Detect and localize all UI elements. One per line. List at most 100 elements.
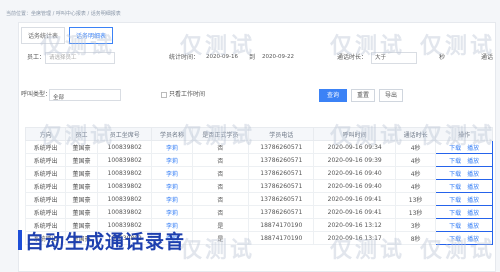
cell-student-name[interactable]: 李莉: [151, 192, 193, 206]
table-header-row: 方向 员工 员工坐席号 学员名称 是否正式学员 学员电话 呼叫时间 通话时长 操…: [24, 127, 493, 141]
filter-row-1: 员工： 请选择员工 统计时间： 2020-09-16 到 2020-09-22 …: [19, 51, 495, 65]
table-row: 系统呼出 董国豪 100839802 李莉否 13786260571 2020-09-16…: [24, 166, 493, 180]
play-link[interactable]: 播放: [467, 158, 479, 165]
group-select[interactable]: 全部: [49, 89, 121, 101]
cell-student-name[interactable]: 李莉: [151, 153, 193, 167]
cell-direction: 系统呼出: [24, 179, 67, 193]
download-link[interactable]: 下载: [449, 236, 461, 243]
cell-is-official: 是: [191, 218, 250, 232]
date-to-label: 到: [249, 54, 256, 61]
download-link[interactable]: 下载: [449, 158, 461, 165]
cell-call-time: 2020-09-16 09:34: [313, 140, 397, 154]
cell-student-name[interactable]: 李莉: [151, 166, 193, 180]
cell-seat-number: 100839802: [96, 205, 153, 219]
cell-is-official: 否: [191, 205, 250, 219]
cell-student-name[interactable]: 李莉: [151, 179, 193, 193]
col-agent: 员工: [65, 127, 98, 141]
cell-duration: 13秒: [395, 205, 437, 219]
download-link[interactable]: 下载: [449, 197, 461, 204]
col-direction: 方向: [24, 127, 67, 141]
cell-agent: 董国豪: [65, 179, 98, 193]
play-link[interactable]: 播放: [467, 210, 479, 217]
cell-phone: 13786260571: [248, 140, 315, 154]
download-link[interactable]: 下载: [449, 223, 461, 230]
cell-agent: 董国豪: [65, 166, 98, 180]
cell-phone: 18874170190: [248, 218, 315, 232]
breadcrumb: 当前位置：坐席管理 / 呼叫中心报表 / 话务明细报表: [6, 11, 121, 17]
cell-agent: 董国豪: [65, 205, 98, 219]
cell-direction: 系统呼出: [24, 205, 67, 219]
col-is-official: 是否正式学员: [191, 127, 250, 141]
cell-direction: 系统呼出: [24, 140, 67, 154]
play-link[interactable]: 播放: [467, 145, 479, 152]
duration-operator-select[interactable]: 大于: [371, 52, 417, 64]
cell-is-official: 否: [191, 192, 250, 206]
cell-operations: 下载 播放: [435, 231, 493, 245]
play-link[interactable]: 播放: [467, 184, 479, 191]
banner-text: 自动生成通话录音: [25, 230, 186, 253]
reset-button[interactable]: 重置: [351, 89, 375, 102]
col-call-time: 呼叫时间: [313, 127, 397, 141]
query-button[interactable]: 查询: [319, 89, 347, 102]
download-link[interactable]: 下载: [449, 145, 461, 152]
play-link[interactable]: 播放: [467, 197, 479, 204]
cell-phone: 13786260571: [248, 153, 315, 167]
cell-student-name[interactable]: 李莉: [151, 205, 193, 219]
cell-call-time: 2020-09-16 09:40: [313, 179, 397, 193]
cell-phone: 13786260571: [248, 179, 315, 193]
cell-seat-number: 100839802: [96, 153, 153, 167]
cell-is-official: 否: [191, 153, 250, 167]
col-student-name: 学员名称: [151, 127, 193, 141]
cell-is-official: 是: [191, 231, 250, 245]
cell-phone: 18874170190: [248, 231, 315, 245]
cell-student-name[interactable]: 李莉: [151, 140, 193, 154]
table-row: 系统呼出 董国豪 100839802 李莉否 13786260571 2020-09-16…: [24, 140, 493, 154]
cell-is-official: 否: [191, 140, 250, 154]
cell-call-time: 2020-09-16 09:41: [313, 205, 397, 219]
date-to-field[interactable]: 2020-09-22: [259, 52, 299, 64]
col-phone: 学员电话: [248, 127, 315, 141]
cell-seat-number: 100839802: [96, 140, 153, 154]
cell-duration: 8秒: [395, 231, 437, 245]
work-time-checkbox-label: 只看工作时间: [169, 91, 206, 98]
download-link[interactable]: 下载: [449, 171, 461, 178]
date-from-field[interactable]: 2020-09-16: [203, 52, 243, 64]
cell-operations: 下载 播放: [435, 153, 493, 167]
cell-phone: 13786260571: [248, 166, 315, 180]
cell-seat-number: 100839802: [96, 166, 153, 180]
date-label: 统计时间：: [169, 54, 200, 61]
cell-agent: 董国豪: [65, 192, 98, 206]
tab-call-details[interactable]: 话务明细表: [69, 27, 114, 44]
cell-duration: 4秒: [395, 166, 437, 180]
cell-direction: 系统呼出: [24, 192, 67, 206]
play-link[interactable]: 播放: [467, 236, 479, 243]
cell-duration: 4秒: [395, 179, 437, 193]
cell-phone: 13786260571: [248, 205, 315, 219]
cell-operations: 下载 播放: [435, 166, 493, 180]
cell-duration: 13秒: [395, 192, 437, 206]
cell-seat-number: 100839802: [96, 179, 153, 193]
col-operations: 操作: [435, 127, 493, 141]
cell-operations: 下载 播放: [435, 179, 493, 193]
play-link[interactable]: 播放: [467, 171, 479, 178]
page: 当前位置：坐席管理 / 呼叫中心报表 / 话务明细报表 话务统计表 话务明细表 …: [0, 0, 500, 272]
cell-direction: 系统呼出: [24, 153, 67, 167]
tab-call-statistics[interactable]: 话务统计表: [21, 27, 66, 44]
agent-input[interactable]: 请选择员工: [45, 52, 115, 64]
work-time-checkbox[interactable]: [161, 91, 167, 98]
play-link[interactable]: 播放: [467, 223, 479, 230]
cell-seat-number: 100839802: [96, 192, 153, 206]
download-link[interactable]: 下载: [449, 184, 461, 191]
banner-accent-bar: [18, 230, 22, 250]
cell-duration: 3秒: [395, 218, 437, 232]
cell-call-time: 2020-09-16 13:12: [313, 218, 397, 232]
agent-label: 员工：: [27, 54, 46, 61]
export-button[interactable]: 导出: [379, 89, 403, 102]
work-time-checkbox-wrap[interactable]: 只看工作时间: [161, 87, 205, 103]
cell-call-time: 2020-09-16 09:40: [313, 166, 397, 180]
filter-row-2: 呼叫类型： 全部 只看工作时间 查询 重置 导出: [19, 87, 495, 103]
col-seat-number: 员工坐席号: [96, 127, 153, 141]
cell-is-official: 否: [191, 166, 250, 180]
download-link[interactable]: 下载: [449, 210, 461, 217]
cell-direction: 系统呼出: [24, 166, 67, 180]
